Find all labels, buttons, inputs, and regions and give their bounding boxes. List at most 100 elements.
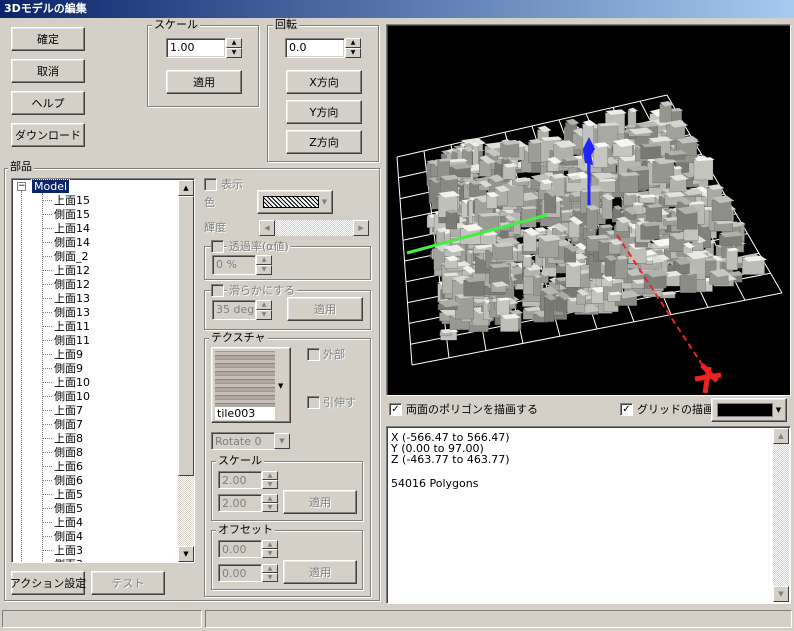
texture-picker-button[interactable]: tile003 ▼	[211, 347, 291, 423]
dropdown-arrow-icon[interactable]: ▼	[274, 433, 290, 449]
scale-apply-button[interactable]: 適用	[166, 70, 242, 94]
smooth-angle-input[interactable]: 35 deg	[212, 300, 256, 320]
tree-item[interactable]: 上面15	[54, 194, 90, 207]
tree-item[interactable]: 側面13	[54, 306, 90, 319]
spin-down-icon[interactable]: ▼	[256, 310, 272, 320]
tree-item[interactable]: 側面3	[54, 558, 83, 562]
tree-item[interactable]: 側面12	[54, 278, 90, 291]
action-settings-button[interactable]: アクション設定	[10, 571, 86, 595]
tree-item[interactable]: 上面5	[54, 488, 83, 501]
tree-item[interactable]: 側面_2	[54, 250, 89, 263]
tree-item[interactable]: 側面10	[54, 390, 90, 403]
help-button[interactable]: ヘルプ	[11, 91, 85, 115]
color-picker-button[interactable]: ▼	[257, 190, 333, 214]
texture-offset-u-input[interactable]: 0.00	[218, 540, 262, 558]
texture-offset-apply-button[interactable]: 適用	[283, 560, 357, 584]
smooth-apply-button[interactable]: 適用	[287, 297, 363, 321]
scroll-down-icon[interactable]: ▼	[178, 546, 194, 562]
tree-item[interactable]: 上面14	[54, 222, 90, 235]
tree-item[interactable]: 上面10	[54, 376, 90, 389]
spin-up-icon[interactable]: ▲	[262, 494, 278, 503]
viewport-3d[interactable]	[386, 24, 791, 396]
texture-scale-v-spinner[interactable]: ▲ ▼	[262, 494, 278, 512]
rotation-spinner[interactable]: ▲ ▼	[345, 38, 361, 58]
spin-down-icon[interactable]: ▼	[256, 265, 272, 275]
rotate-x-button[interactable]: X方向	[286, 70, 362, 94]
tree-item[interactable]: 上面3	[54, 544, 83, 557]
texture-scale-u-input[interactable]: 2.00	[218, 471, 262, 489]
texture-offset-u-spinner[interactable]: ▲ ▼	[262, 540, 278, 558]
transparency-spinner[interactable]: ▲ ▼	[256, 255, 272, 275]
info-scrollbar[interactable]	[773, 428, 789, 602]
test-button[interactable]: テスト	[91, 571, 165, 595]
tree-item[interactable]: 上面13	[54, 292, 90, 305]
stretch-checkbox[interactable]	[307, 396, 320, 409]
spin-up-icon[interactable]: ▲	[262, 540, 278, 549]
texture-rotate-select[interactable]: Rotate 0	[211, 432, 275, 450]
tree-item[interactable]: 上面9	[54, 348, 83, 361]
tree-item[interactable]: 側面5	[54, 502, 83, 515]
scroll-up-icon[interactable]: ▲	[773, 428, 789, 444]
scroll-right-icon[interactable]: ▶	[353, 220, 369, 236]
scale-spinner[interactable]: ▲ ▼	[226, 38, 242, 58]
tree-item[interactable]: 上面8	[54, 432, 83, 445]
texture-offset-v-input[interactable]: 0.00	[218, 564, 262, 582]
both-sides-checkbox[interactable]: ✓	[389, 403, 402, 416]
tree-item[interactable]: 側面8	[54, 446, 83, 459]
spin-down-icon[interactable]: ▼	[262, 573, 278, 582]
tree-item[interactable]: 側面15	[54, 208, 90, 221]
spin-up-icon[interactable]: ▲	[262, 564, 278, 573]
dropdown-arrow-icon: ▼	[321, 198, 328, 206]
bg-color-picker-button[interactable]: ▼	[711, 398, 787, 422]
tree-item[interactable]: 側面4	[54, 530, 83, 543]
transparency-input[interactable]: 0 %	[212, 255, 256, 275]
show-checkbox[interactable]	[204, 178, 217, 191]
tree-item[interactable]: 上面6	[54, 460, 83, 473]
scroll-up-icon[interactable]: ▲	[178, 180, 194, 196]
spin-up-icon[interactable]: ▲	[256, 300, 272, 310]
cancel-button[interactable]: 取消	[11, 59, 85, 83]
texture-scale-u-spinner[interactable]: ▲ ▼	[262, 471, 278, 489]
tree-item[interactable]: 上面7	[54, 404, 83, 417]
rotate-z-button[interactable]: Z方向	[286, 130, 362, 154]
tree-item[interactable]: 側面11	[54, 334, 90, 347]
grid-checkbox[interactable]: ✓	[620, 403, 633, 416]
spin-up-icon[interactable]: ▲	[262, 471, 278, 480]
spin-down-icon[interactable]: ▼	[345, 48, 361, 58]
z-axis-arrow	[694, 363, 722, 394]
smooth-checkbox[interactable]	[211, 284, 224, 297]
window-title-bar: 3Dモデルの編集	[0, 0, 794, 18]
tree-item[interactable]: 側面6	[54, 474, 83, 487]
tree-scroll-thumb[interactable]	[178, 196, 194, 476]
spin-up-icon[interactable]: ▲	[345, 38, 361, 48]
spin-down-icon[interactable]: ▼	[262, 503, 278, 512]
texture-scale-v-input[interactable]: 2.00	[218, 494, 262, 512]
tree-item[interactable]: 側面7	[54, 418, 83, 431]
scroll-down-icon[interactable]: ▼	[773, 586, 789, 602]
tree-item[interactable]: 上面4	[54, 516, 83, 529]
transparency-checkbox[interactable]	[211, 240, 224, 253]
smooth-angle-spinner[interactable]: ▲ ▼	[256, 300, 272, 320]
tree-collapse-icon[interactable]: −	[17, 182, 26, 191]
scale-input[interactable]: 1.00	[166, 38, 226, 58]
texture-offset-v-spinner[interactable]: ▲ ▼	[262, 564, 278, 582]
download-button[interactable]: ダウンロード	[11, 123, 85, 147]
rotate-y-button[interactable]: Y方向	[286, 100, 362, 124]
outer-checkbox[interactable]	[307, 348, 320, 361]
spin-up-icon[interactable]: ▲	[226, 38, 242, 48]
scroll-left-icon[interactable]: ◀	[259, 220, 275, 236]
tree-item[interactable]: 上面12	[54, 264, 90, 277]
info-polygon-count: 54016 Polygons	[391, 477, 479, 490]
spin-down-icon[interactable]: ▼	[262, 549, 278, 558]
spin-up-icon[interactable]: ▲	[256, 255, 272, 265]
tree-item[interactable]: 側面9	[54, 362, 83, 375]
rotation-input[interactable]: 0.0	[285, 38, 345, 58]
spin-down-icon[interactable]: ▼	[262, 480, 278, 489]
parts-tree[interactable]: − Model 上面15 側面15 上面14 側面14 側面_2 上面12 側面12 上面13…	[11, 178, 195, 563]
confirm-button[interactable]: 確定	[11, 27, 85, 51]
tree-item[interactable]: 側面14	[54, 236, 90, 249]
texture-scale-apply-button[interactable]: 適用	[283, 490, 357, 514]
tree-item[interactable]: 上面11	[54, 320, 90, 333]
spin-down-icon[interactable]: ▼	[226, 48, 242, 58]
tree-root-model[interactable]: Model	[30, 179, 71, 194]
